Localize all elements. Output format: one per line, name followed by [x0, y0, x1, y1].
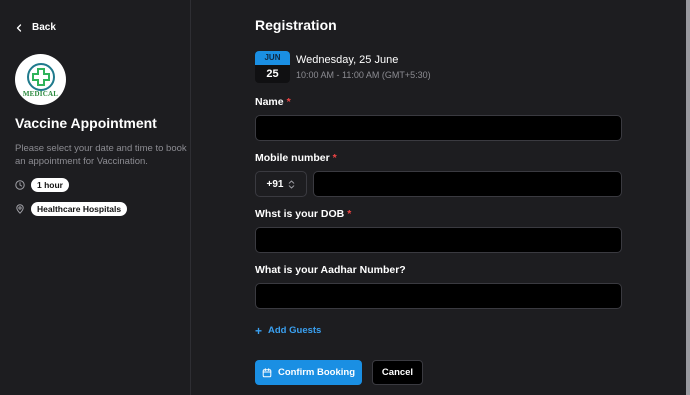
duration-badge: 1 hour	[31, 178, 69, 192]
selected-time: 10:00 AM - 11:00 AM (GMT+5:30)	[296, 70, 431, 80]
dob-label: Whst is your DOB *	[255, 208, 351, 220]
event-description: Please select your date and time to book…	[15, 143, 187, 167]
name-label-text: Name	[255, 96, 284, 108]
form-title: Registration	[255, 17, 337, 33]
required-marker: *	[332, 152, 337, 164]
aadhar-input[interactable]	[255, 283, 622, 309]
location-row: Healthcare Hospitals	[15, 202, 128, 216]
calendar-month: JUN	[255, 51, 290, 65]
calendar-day: 25	[266, 68, 279, 80]
back-label: Back	[32, 22, 56, 33]
name-label: Name *	[255, 96, 291, 108]
mobile-label-text: Mobile number	[255, 152, 330, 164]
calendar-icon	[262, 367, 272, 377]
medical-logo: MEDICAL	[15, 54, 66, 105]
back-link[interactable]: Back	[15, 22, 56, 33]
country-code-select[interactable]: +91	[255, 171, 307, 197]
clock-icon	[15, 180, 25, 190]
map-pin-icon	[16, 204, 24, 214]
dob-input[interactable]	[255, 227, 622, 253]
mobile-input[interactable]	[313, 171, 622, 197]
mobile-label: Mobile number *	[255, 152, 337, 164]
medical-cross-icon	[26, 62, 55, 91]
booking-window: Back MEDICAL Vaccine Appointment Please …	[0, 0, 690, 395]
chevron-left-icon	[16, 23, 22, 32]
calendar-date-badge: JUN 25	[255, 51, 290, 83]
required-marker: *	[347, 208, 352, 220]
cancel-button[interactable]: Cancel	[372, 360, 423, 385]
location-badge: Healthcare Hospitals	[31, 202, 128, 216]
confirm-booking-button[interactable]: Confirm Booking	[255, 360, 362, 385]
confirm-booking-label: Confirm Booking	[277, 367, 356, 378]
name-input[interactable]	[255, 115, 622, 141]
logo-text: MEDICAL	[22, 89, 59, 98]
plus-icon: +	[255, 323, 263, 338]
aadhar-label: What is your Aadhar Number?	[255, 264, 406, 276]
event-sidebar: Back MEDICAL Vaccine Appointment Please …	[0, 0, 191, 395]
add-guests-label: Add Guests	[268, 325, 322, 336]
duration-row: 1 hour	[15, 178, 69, 192]
add-guests-button[interactable]: + Add Guests	[255, 323, 322, 338]
required-marker: *	[286, 96, 291, 108]
country-code-value: +91	[266, 178, 284, 190]
event-title: Vaccine Appointment	[15, 115, 157, 131]
dob-label-text: Whst is your DOB	[255, 208, 345, 220]
selected-date: Wednesday, 25 June	[296, 54, 399, 66]
chevron-up-down-icon	[289, 180, 295, 188]
